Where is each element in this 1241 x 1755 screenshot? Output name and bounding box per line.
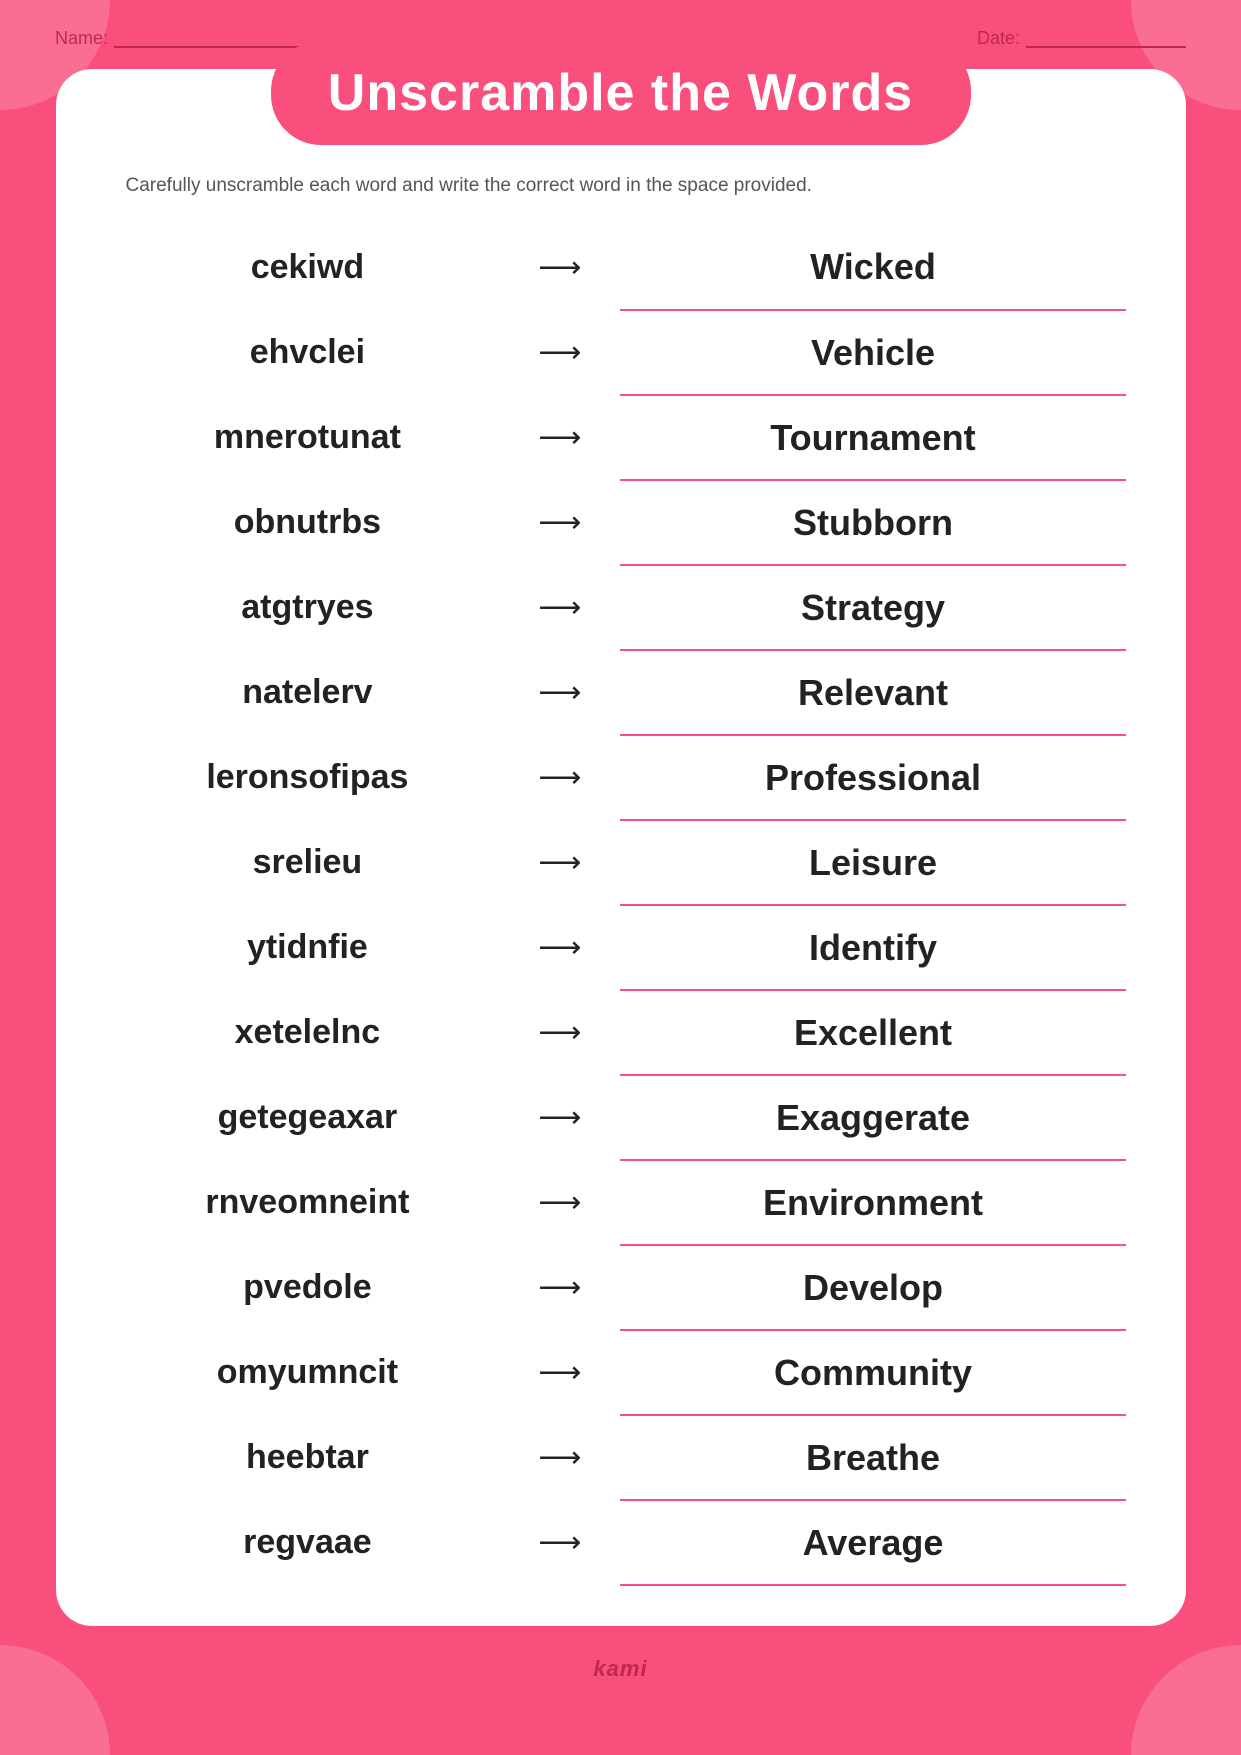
table-row: xetelelnc⟶Excellent: [116, 990, 1126, 1075]
scrambled-word: ehvclei: [116, 310, 500, 395]
arrow-icon: ⟶: [499, 820, 620, 905]
scrambled-word: leronsofipas: [116, 735, 500, 820]
main-card: Unscramble the Words Carefully unscrambl…: [56, 69, 1186, 1626]
table-row: rnveomneint⟶Environment: [116, 1160, 1126, 1245]
scrambled-word: obnutrbs: [116, 480, 500, 565]
page-wrapper: Name: Date: Unscramble the Words Careful…: [0, 0, 1241, 1755]
table-row: obnutrbs⟶Stubborn: [116, 480, 1126, 565]
table-row: mnerotunat⟶Tournament: [116, 395, 1126, 480]
arrow-icon: ⟶: [499, 905, 620, 990]
scrambled-word: xetelelnc: [116, 990, 500, 1075]
title-banner: Unscramble the Words: [271, 41, 971, 145]
answer-word: Develop: [620, 1245, 1125, 1330]
answer-word: Exaggerate: [620, 1075, 1125, 1160]
answer-word: Identify: [620, 905, 1125, 990]
arrow-icon: ⟶: [499, 310, 620, 395]
arrow-icon: ⟶: [499, 225, 620, 310]
answer-word: Leisure: [620, 820, 1125, 905]
arrow-icon: ⟶: [499, 1330, 620, 1415]
answer-word: Environment: [620, 1160, 1125, 1245]
answer-word: Excellent: [620, 990, 1125, 1075]
arrow-icon: ⟶: [499, 990, 620, 1075]
arrow-icon: ⟶: [499, 1075, 620, 1160]
name-label: Name:: [55, 28, 108, 49]
table-row: atgtryes⟶Strategy: [116, 565, 1126, 650]
answer-word: Breathe: [620, 1415, 1125, 1500]
table-row: leronsofipas⟶Professional: [116, 735, 1126, 820]
table-row: srelieu⟶Leisure: [116, 820, 1126, 905]
scrambled-word: heebtar: [116, 1415, 500, 1500]
scrambled-word: ytidnfie: [116, 905, 500, 990]
answer-word: Vehicle: [620, 310, 1125, 395]
answer-word: Professional: [620, 735, 1125, 820]
footer-brand: kami: [593, 1656, 647, 1682]
arrow-icon: ⟶: [499, 1500, 620, 1585]
table-row: ehvclei⟶Vehicle: [116, 310, 1126, 395]
scrambled-word: pvedole: [116, 1245, 500, 1330]
answer-word: Wicked: [620, 225, 1125, 310]
words-table: cekiwd⟶Wickedehvclei⟶Vehiclemnerotunat⟶T…: [116, 225, 1126, 1586]
page-title: Unscramble the Words: [311, 63, 931, 123]
scrambled-word: regvaae: [116, 1500, 500, 1585]
table-row: ytidnfie⟶Identify: [116, 905, 1126, 990]
answer-word: Stubborn: [620, 480, 1125, 565]
date-label: Date:: [977, 28, 1020, 49]
corner-decoration-bl: [0, 1645, 110, 1755]
date-field: Date:: [977, 28, 1186, 49]
answer-word: Strategy: [620, 565, 1125, 650]
answer-word: Tournament: [620, 395, 1125, 480]
scrambled-word: getegeaxar: [116, 1075, 500, 1160]
table-row: regvaae⟶Average: [116, 1500, 1126, 1585]
table-row: natelerv⟶Relevant: [116, 650, 1126, 735]
arrow-icon: ⟶: [499, 395, 620, 480]
arrow-icon: ⟶: [499, 565, 620, 650]
arrow-icon: ⟶: [499, 650, 620, 735]
arrow-icon: ⟶: [499, 480, 620, 565]
arrow-icon: ⟶: [499, 1245, 620, 1330]
scrambled-word: cekiwd: [116, 225, 500, 310]
arrow-icon: ⟶: [499, 1160, 620, 1245]
scrambled-word: mnerotunat: [116, 395, 500, 480]
scrambled-word: omyumncit: [116, 1330, 500, 1415]
answer-word: Relevant: [620, 650, 1125, 735]
scrambled-word: natelerv: [116, 650, 500, 735]
table-row: omyumncit⟶Community: [116, 1330, 1126, 1415]
scrambled-word: rnveomneint: [116, 1160, 500, 1245]
table-row: cekiwd⟶Wicked: [116, 225, 1126, 310]
table-row: pvedole⟶Develop: [116, 1245, 1126, 1330]
corner-decoration-br: [1131, 1645, 1241, 1755]
answer-word: Community: [620, 1330, 1125, 1415]
answer-word: Average: [620, 1500, 1125, 1585]
instruction-text: Carefully unscramble each word and write…: [116, 175, 1126, 197]
scrambled-word: atgtryes: [116, 565, 500, 650]
table-row: heebtar⟶Breathe: [116, 1415, 1126, 1500]
table-row: getegeaxar⟶Exaggerate: [116, 1075, 1126, 1160]
date-input-line[interactable]: [1026, 30, 1186, 48]
scrambled-word: srelieu: [116, 820, 500, 905]
arrow-icon: ⟶: [499, 735, 620, 820]
arrow-icon: ⟶: [499, 1415, 620, 1500]
